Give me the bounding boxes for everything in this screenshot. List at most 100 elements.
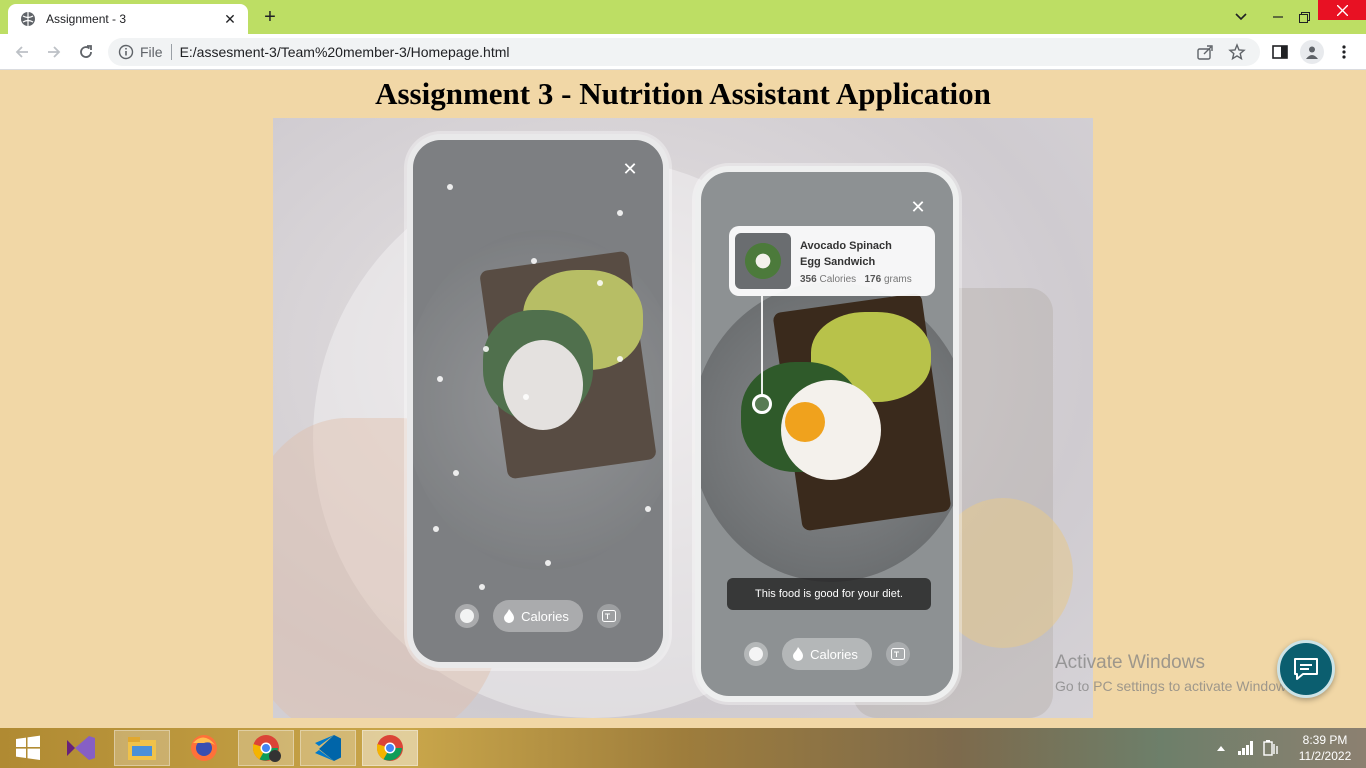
food-info-card: Avocado Spinach Egg Sandwich 356 Calorie… [729, 226, 935, 296]
flame-icon [504, 609, 515, 623]
scan-dot [645, 506, 651, 512]
tray-overflow-button[interactable] [1216, 728, 1226, 768]
scan-dot [597, 280, 603, 286]
calories-pill[interactable]: Calories [782, 638, 872, 670]
translate-button[interactable] [885, 642, 910, 666]
arrow-left-icon [15, 46, 28, 58]
windows-start-icon [16, 735, 40, 760]
food-name-line1: Avocado Spinach [800, 239, 892, 252]
translate-icon [890, 648, 905, 660]
menu-button[interactable] [1334, 42, 1354, 62]
close-icon[interactable]: ✕ [909, 198, 927, 216]
browser-tab[interactable]: Assignment - 3 ✕ [8, 4, 248, 34]
activate-subtext: Go to PC settings to activate Windows. [1055, 678, 1297, 694]
network-signal-icon [1238, 741, 1253, 755]
hero-image: ✕ Calories ✕ Avocado Spinach Egg Sandwic… [273, 118, 1093, 718]
shutter-icon [460, 609, 475, 623]
shutter-icon [749, 647, 764, 661]
translate-button[interactable] [596, 604, 621, 628]
side-panel-icon [1272, 45, 1288, 59]
info-icon[interactable] [118, 44, 134, 60]
calories-unit: Calories [819, 273, 857, 285]
taskbar-visual-studio[interactable] [52, 730, 108, 766]
scan-dot [531, 258, 537, 264]
battery-icon [1263, 740, 1278, 756]
bookmark-star-icon[interactable] [1228, 43, 1246, 61]
activate-windows-watermark: Activate Windows Go to PC settings to ac… [1055, 652, 1297, 694]
web-page: Assignment 3 - Nutrition Assistant Appli… [0, 70, 1366, 728]
weight-unit: grams [883, 273, 912, 285]
file-explorer-icon [128, 737, 156, 760]
reload-icon [80, 45, 92, 58]
share-icon[interactable] [1196, 43, 1214, 61]
window-close-button[interactable] [1318, 0, 1366, 20]
chrome-icon [252, 735, 281, 762]
egg-yolk [785, 402, 825, 442]
food-nutrition-meta: 356 Calories 176 grams [800, 274, 912, 285]
scan-dot [617, 356, 623, 362]
avatar-icon [1306, 46, 1318, 59]
scan-dot [479, 584, 485, 590]
windows-taskbar: 8:39 PM 11/2/2022 [0, 728, 1366, 768]
capture-button[interactable] [744, 642, 769, 666]
scan-dot [483, 346, 489, 352]
minimize-icon [1273, 16, 1283, 18]
restore-button[interactable] [1292, 0, 1316, 34]
calories-pill-label: Calories [810, 646, 858, 662]
firefox-icon [191, 735, 217, 761]
minimize-button[interactable] [1266, 0, 1290, 34]
chevron-down-icon [1235, 13, 1247, 21]
scan-overlay [413, 140, 663, 662]
back-button[interactable] [10, 40, 34, 64]
taskbar-vscode[interactable] [300, 730, 356, 766]
diet-message: This food is good for your diet. [727, 578, 931, 610]
address-bar[interactable]: File E:/assesment-3/Team%20member-3/Home… [108, 38, 1260, 66]
phone-bottom-bar: Calories [413, 600, 663, 632]
start-button[interactable] [0, 730, 56, 766]
clock-time: 8:39 PM [1302, 733, 1348, 747]
page-title: Assignment 3 - Nutrition Assistant Appli… [375, 76, 991, 111]
more-vert-icon [1342, 45, 1346, 59]
capture-button[interactable] [455, 604, 480, 628]
calories-pill-label: Calories [521, 608, 569, 624]
forward-button[interactable] [42, 40, 66, 64]
restore-icon [1298, 11, 1310, 23]
translate-icon [601, 610, 616, 622]
profile-button[interactable] [1300, 40, 1324, 64]
food-pin-marker [752, 394, 772, 414]
chrome-active-icon [376, 735, 403, 761]
new-tab-button[interactable]: + [258, 5, 282, 29]
scan-dot [447, 184, 453, 190]
scan-dot [545, 560, 551, 566]
taskbar-clock[interactable]: 8:39 PM 11/2/2022 [1290, 732, 1360, 764]
phone-mockup-result: ✕ Avocado Spinach Egg Sandwich 356 Calor… [695, 166, 959, 702]
globe-icon [21, 12, 35, 26]
tray-network[interactable] [1238, 728, 1256, 768]
calories-pill[interactable]: Calories [493, 600, 583, 632]
food-thumbnail [735, 233, 791, 289]
weight-value: 176 [864, 273, 882, 285]
scan-dot [523, 394, 529, 400]
tray-battery[interactable] [1262, 728, 1280, 768]
phone-mockup-scanning: ✕ Calories [407, 134, 669, 668]
reload-button[interactable] [74, 40, 98, 64]
calories-value: 356 [800, 273, 817, 285]
taskbar-file-explorer[interactable] [114, 730, 170, 766]
taskbar-firefox[interactable] [176, 730, 232, 766]
chat-button[interactable] [1277, 640, 1335, 698]
phone-bottom-bar: Calories [701, 638, 953, 670]
pin-connector [761, 296, 763, 396]
url-text[interactable]: E:/assesment-3/Team%20member-3/Homepage.… [180, 44, 1196, 60]
tab-title: Assignment - 3 [46, 12, 127, 26]
visual-studio-icon [67, 736, 95, 760]
taskbar-chrome-active[interactable] [362, 730, 418, 766]
food-name-line2: Egg Sandwich [800, 255, 876, 268]
tab-close-icon[interactable]: ✕ [222, 11, 238, 28]
close-icon [1336, 4, 1348, 16]
scan-dot [617, 210, 623, 216]
tab-search-button[interactable] [1228, 0, 1254, 34]
taskbar-chrome-profile[interactable] [238, 730, 294, 766]
scan-dot [433, 526, 439, 532]
close-icon[interactable]: ✕ [621, 160, 639, 178]
side-panel-button[interactable] [1270, 42, 1290, 62]
